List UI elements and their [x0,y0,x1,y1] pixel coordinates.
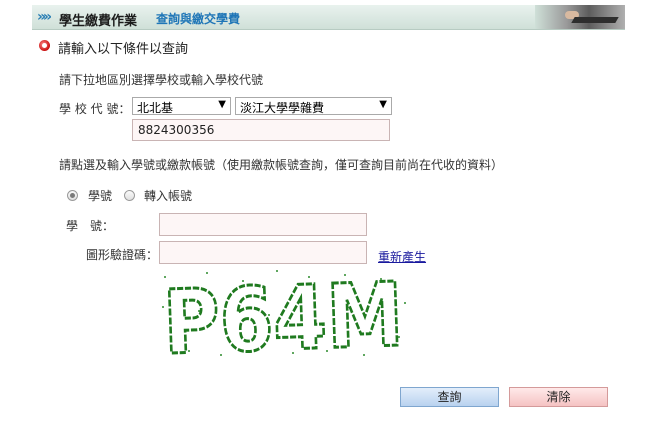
dropdown-arrow-icon: ▼ [218,99,226,110]
clear-button[interactable]: 清除 [509,387,608,407]
school-select[interactable]: 淡江大學學雜費 ▼ [235,97,392,115]
page-title: 學生繳費作業 [59,14,138,29]
page-header: »» 學生繳費作業 查詢與繳交學費 [32,5,625,30]
captcha-label: 圖形驗證碼： [86,248,159,262]
radio-student-id[interactable] [67,190,78,201]
captcha-text: P64M [162,267,405,358]
header-keyboard-photo [535,5,625,29]
region-select[interactable]: 北北基 ▼ [132,97,231,115]
school-code-input[interactable]: 8824300356 [132,119,390,141]
school-instruction: 請下拉地區別選擇學校或輸入學校代號 [59,73,264,87]
captcha-input[interactable] [159,241,367,264]
double-chevron-right-icon: »» [37,9,52,25]
school-code-label: 學 校 代 號： [59,102,131,116]
query-button[interactable]: 查詢 [400,387,499,407]
page-subtitle-link[interactable]: 查詢與繳交學費 [156,10,240,27]
student-id-input[interactable] [159,213,367,236]
regenerate-captcha-link[interactable]: 重新產生 [378,248,426,265]
student-id-label: 學 號： [66,219,115,233]
radio-transfer-account-label: 轉入帳號 [144,189,193,203]
dropdown-arrow-icon: ▼ [379,99,387,110]
radio-student-id-label: 學號 [88,189,113,203]
query-instruction: 請點選及輸入學號或繳款帳號（使用繳款帳號查詢，僅可查詢目前尚在代收的資料） [59,158,504,172]
radio-transfer-account[interactable] [124,190,135,201]
red-bullet-icon [39,40,50,51]
captcha-image: P64M [159,261,409,376]
